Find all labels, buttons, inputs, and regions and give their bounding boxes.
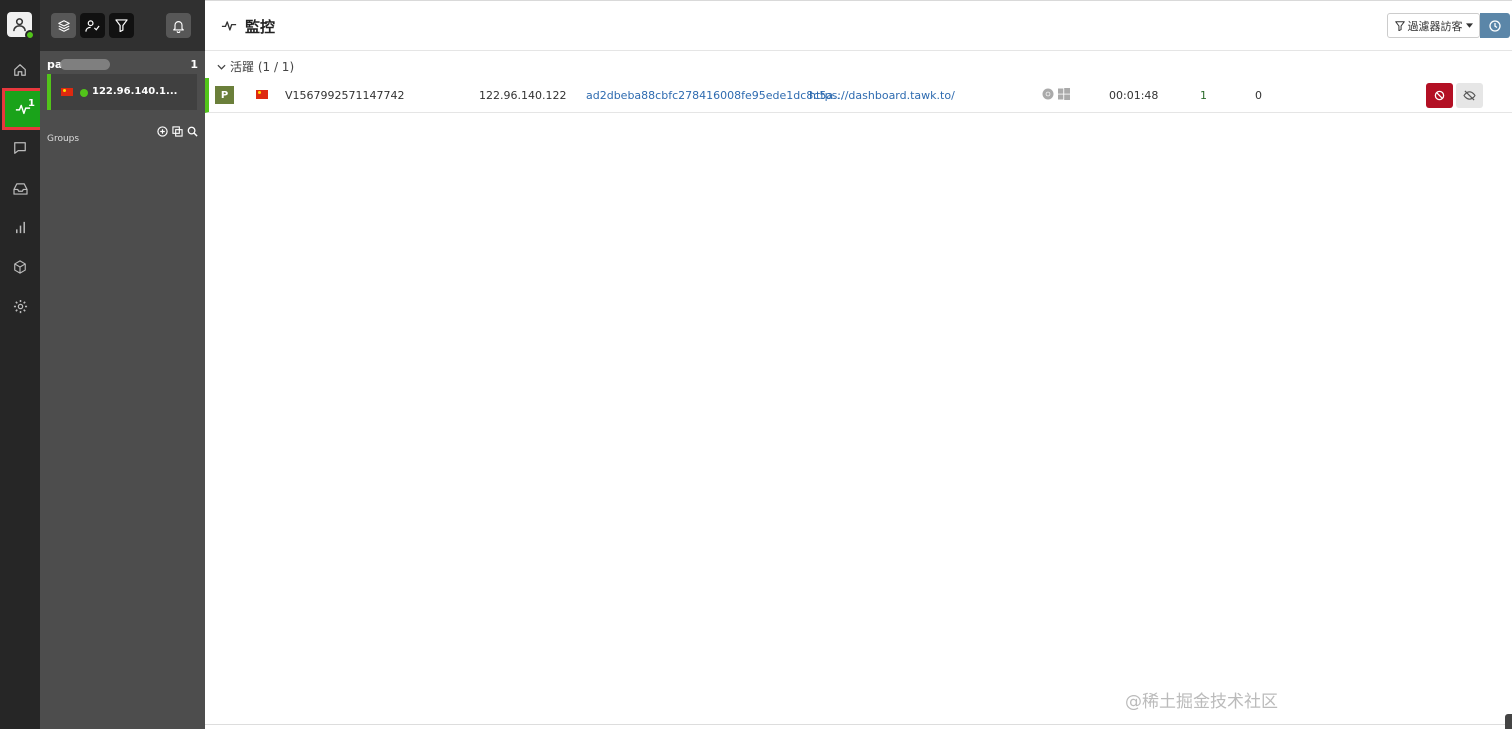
visitor-session-hash[interactable]: ad2dbeba88cbfc278416008fe95ede1dc8c5a... (586, 89, 844, 102)
active-group-label: 活躍 (1 / 1) (230, 60, 295, 74)
notifications-button[interactable] (166, 13, 191, 38)
property-section-header[interactable]: pa 1 (47, 58, 198, 74)
active-group-toggle[interactable]: 活躍 (1 / 1) (217, 58, 294, 75)
china-flag-icon (256, 90, 268, 99)
app-window: 1 pa 1 122.96.140.1... Groups 監控 過濾器訪客 活… (0, 0, 1512, 729)
bell-icon (173, 20, 184, 33)
assigned-visitors-button[interactable] (80, 13, 105, 38)
hide-visitor-button[interactable] (1456, 83, 1483, 108)
visitor-ip: 122.96.140.122 (479, 89, 567, 102)
home-icon (14, 64, 26, 76)
search-icon[interactable] (187, 126, 198, 137)
filter-visitors-label: 過濾器訪客 (1407, 19, 1463, 33)
chrome-icon (1042, 88, 1054, 100)
visitor-current-url[interactable]: https://dashboard.tawk.to/ (809, 89, 955, 102)
windows-icon (1057, 88, 1070, 100)
user-check-icon (85, 19, 100, 32)
filter-button[interactable] (109, 13, 134, 38)
filter-icon (1394, 20, 1405, 31)
user-avatar[interactable] (7, 12, 35, 40)
page-header: 監控 過濾器訪客 (205, 1, 1512, 51)
user-icon (13, 18, 26, 32)
visitor-row[interactable]: P V1567992571147742 122.96.140.122 ad2db… (205, 78, 1512, 113)
nav-reports[interactable] (0, 207, 40, 247)
watermark: @稀土掘金技术社区 (1125, 692, 1278, 712)
pulse-icon (221, 21, 237, 31)
online-status-dot (25, 30, 35, 40)
copy-icon[interactable] (172, 126, 183, 137)
filter-icon (115, 19, 128, 32)
nav-monitoring[interactable]: 1 (2, 88, 44, 130)
clock-icon (1489, 19, 1501, 32)
chat-bubble-icon (14, 142, 26, 154)
nav-settings[interactable] (0, 286, 40, 326)
side-widget-tab[interactable] (1505, 714, 1512, 729)
inbox-icon (12, 182, 28, 195)
gear-icon (13, 299, 27, 313)
nav-home[interactable] (0, 50, 40, 90)
page-count: 0 (1255, 89, 1262, 102)
online-status-dot (80, 89, 88, 97)
icon-rail: 1 (0, 0, 44, 729)
layers-button[interactable] (51, 13, 76, 38)
layers-icon (57, 19, 70, 32)
visitor-list-item[interactable]: 122.96.140.1... (47, 74, 197, 110)
visit-duration: 00:01:48 (1109, 89, 1159, 102)
cube-icon (14, 260, 26, 274)
monitoring-badge: 1 (28, 98, 35, 109)
china-flag-icon (61, 88, 73, 96)
chat-count: 1 (1200, 89, 1207, 102)
property-visitor-count: 1 (190, 58, 198, 71)
ban-icon (1434, 90, 1445, 101)
history-button[interactable] (1480, 13, 1510, 38)
nav-chat[interactable] (0, 128, 40, 168)
visitor-panel: pa 1 122.96.140.1... Groups (40, 0, 205, 729)
monitoring-view: 監控 過濾器訪客 活躍 (1 / 1) P V1567992571147742 … (205, 0, 1512, 729)
browser-os-icons (1042, 88, 1070, 103)
caret-down-icon (1465, 23, 1473, 28)
bottom-divider (205, 724, 1512, 725)
visitor-id: V1567992571147742 (285, 89, 405, 102)
nav-addons[interactable] (0, 247, 40, 287)
visitor-ip-label: 122.96.140.1... (92, 86, 178, 97)
groups-header: Groups (47, 126, 198, 144)
groups-label: Groups (47, 134, 80, 144)
ban-visitor-button[interactable] (1426, 83, 1453, 108)
bar-chart-icon (15, 221, 25, 233)
filter-visitors-dropdown[interactable]: 過濾器訪客 (1387, 13, 1480, 38)
page-title: 監控 (245, 18, 276, 36)
property-badge: P (215, 86, 234, 104)
add-circle-icon[interactable] (157, 126, 168, 137)
nav-inbox[interactable] (0, 168, 40, 208)
chevron-down-icon (217, 64, 226, 70)
panel-toolbar (40, 0, 205, 51)
eye-off-icon (1463, 90, 1476, 101)
redacted-name (60, 59, 110, 70)
